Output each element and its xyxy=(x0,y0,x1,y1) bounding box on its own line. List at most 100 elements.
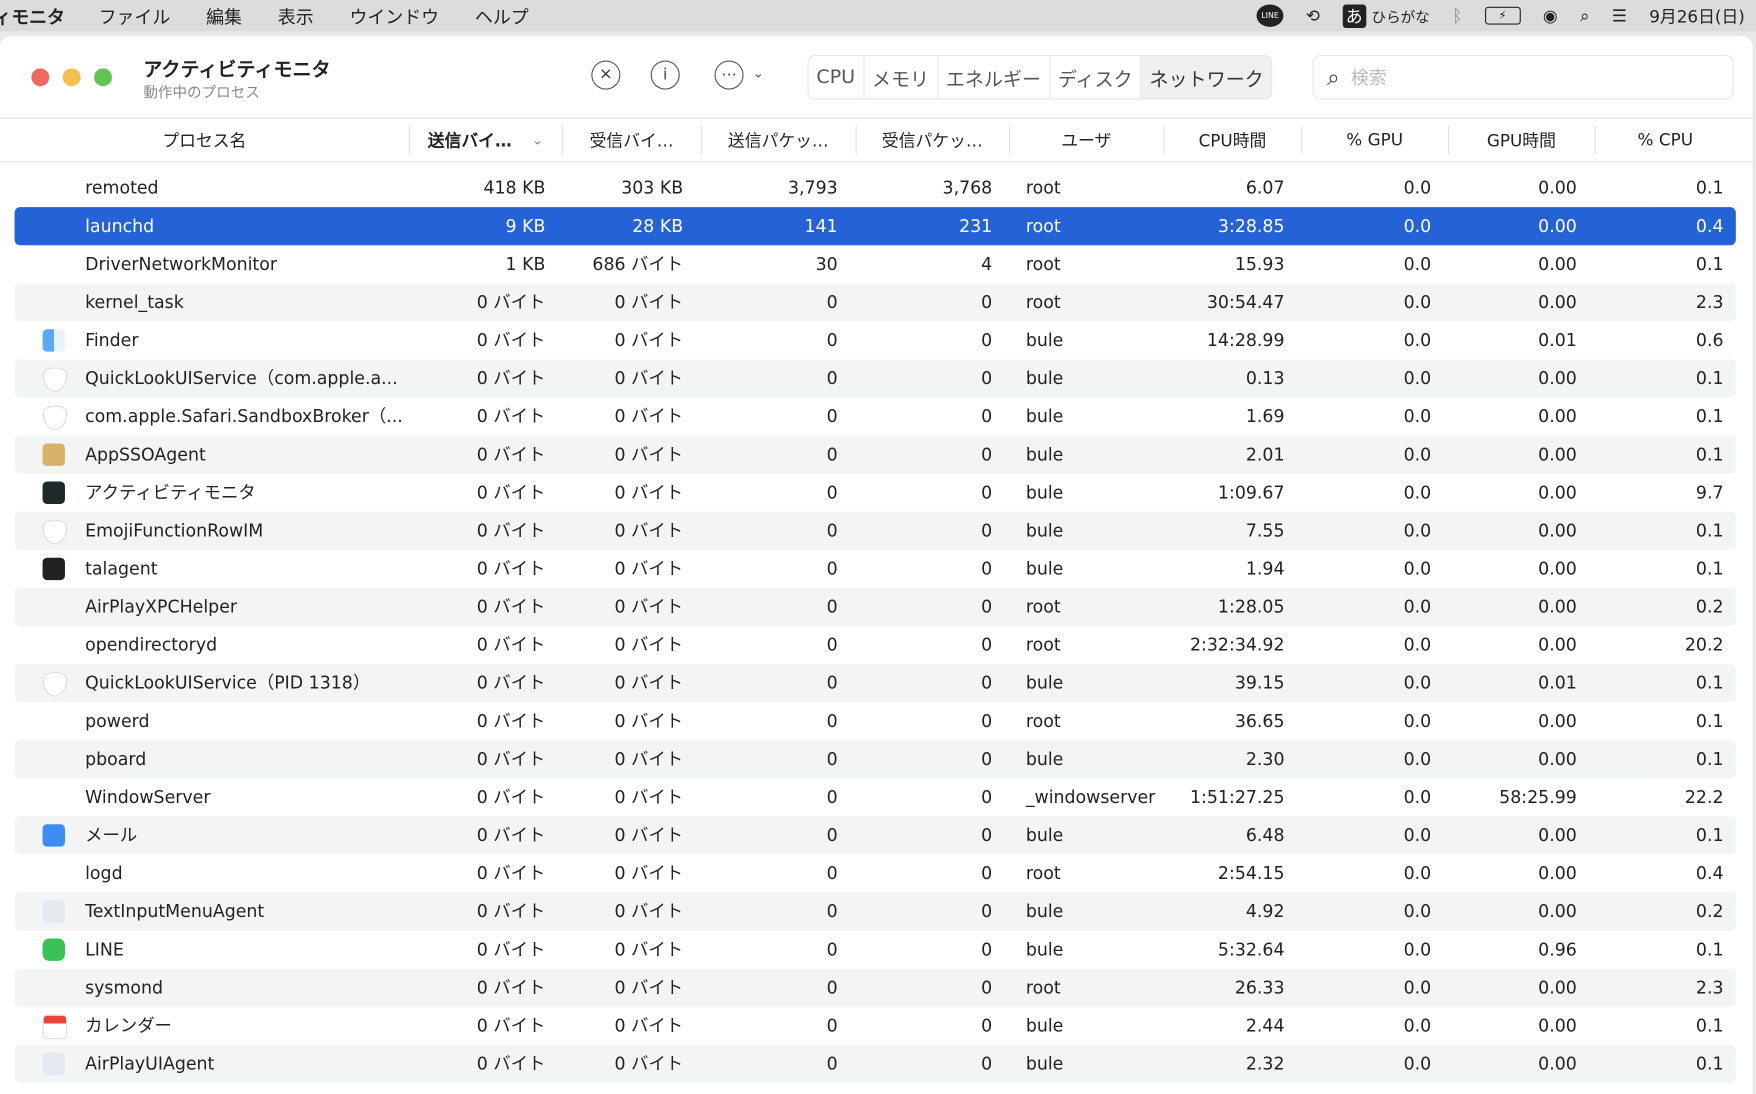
tab-cpu[interactable]: CPU xyxy=(809,55,865,99)
column-divider[interactable] xyxy=(562,125,564,155)
menu-help[interactable]: ヘルプ xyxy=(475,2,529,29)
column-header-sent-bytes[interactable]: 送信バイ… ⌄ xyxy=(409,119,562,162)
received-bytes-cell: 0 バイト xyxy=(614,368,684,389)
search-field[interactable]: ⌕ xyxy=(1312,54,1734,100)
column-divider[interactable] xyxy=(408,125,410,155)
column-header-sent-packets[interactable]: 送信パケッ… xyxy=(701,119,856,162)
received-bytes-cell: 0 バイト xyxy=(614,1015,684,1036)
column-header-cpu-percent[interactable]: % CPU xyxy=(1595,119,1736,162)
tab-energy[interactable]: エネルギー xyxy=(938,55,1050,99)
column-divider[interactable] xyxy=(1448,125,1450,155)
table-row[interactable]: Finder 0 バイト 0 バイト 0 0 bule 14:28.99 0.0 0.01 0.6 xyxy=(15,321,1736,359)
table-row[interactable]: remoted 418 KB 303 KB 3,793 3,768 root 6.07 0.0… xyxy=(15,169,1736,207)
received-packets-cell: 0 xyxy=(981,711,993,732)
column-divider[interactable] xyxy=(1301,125,1303,155)
bluetooth-icon[interactable]: ᛒ xyxy=(1452,6,1462,26)
table-row[interactable]: メール 0 バイト 0 バイト 0 0 bule 6.48 0.0 0.00 0.1 xyxy=(14,816,1736,855)
sent-bytes-cell: 0 バイト xyxy=(476,634,546,656)
more-actions-button[interactable]: ⋯ xyxy=(714,60,744,90)
table-row[interactable]: AirPlayXPCHelper 0 バイト 0 バイト 0 0 root 1:28.05 0… xyxy=(14,587,1736,627)
tab-memory[interactable]: メモリ xyxy=(864,55,939,99)
user-cell: bule xyxy=(1025,406,1064,427)
menu-file[interactable]: ファイル xyxy=(99,2,171,29)
table-row[interactable]: powerd 0 バイト 0 バイト 0 0 root 36.65 0.0 0.00 0.1 xyxy=(15,702,1736,740)
line-status-icon[interactable]: LINE xyxy=(1256,4,1284,27)
gpu-percent-cell: 0.0 xyxy=(1403,596,1432,618)
tab-disk[interactable]: ディスク xyxy=(1050,55,1142,99)
table-row[interactable]: pboard 0 バイト 0 バイト 0 0 bule 2.30 0.0 0.00 0.1 xyxy=(14,740,1736,779)
menu-edit[interactable]: 編集 xyxy=(206,2,242,29)
minimize-button[interactable] xyxy=(62,68,81,87)
table-row[interactable]: DriverNetworkMonitor 1 KB 686 バイト 30 4 root 15… xyxy=(15,245,1736,283)
stop-process-button[interactable]: ✕ xyxy=(591,60,621,90)
table-row[interactable]: opendirectoryd 0 バイト 0 バイト 0 0 root 2:32:34.92… xyxy=(15,626,1736,664)
table-row[interactable]: AirPlayUIAgent 0 バイト 0 バイト 0 0 bule 2.32 0.0 0.0… xyxy=(14,1044,1736,1083)
process-name: LINE xyxy=(85,939,124,960)
column-header-user[interactable]: ユーザ xyxy=(1009,119,1164,162)
sent-packets-cell: 0 xyxy=(826,901,838,922)
column-divider[interactable] xyxy=(701,125,703,155)
column-header-received-packets[interactable]: 受信パケッ… xyxy=(856,119,1009,162)
gpu-time-cell: 0.00 xyxy=(1538,825,1577,846)
clock[interactable]: 9月26日(日) xyxy=(1649,4,1745,28)
process-name: QuickLookUIService（com.apple.a... xyxy=(85,368,398,389)
table-row[interactable]: kernel_task 0 バイト 0 バイト 0 0 root 30:54.47 0.0 0.… xyxy=(14,283,1736,322)
column-divider[interactable] xyxy=(1009,125,1011,155)
table-row[interactable]: EmojiFunctionRowIM 0 バイト 0 バイト 0 0 bule 7.55 0.… xyxy=(14,511,1736,550)
table-row[interactable]: QuickLookUIService（com.apple.a... 0 バイト 0 … xyxy=(14,359,1736,398)
table-row[interactable]: sysmond 0 バイト 0 バイト 0 0 root 26.33 0.0 0.00 2.3 xyxy=(14,968,1736,1007)
spotlight-icon[interactable]: ⌕ xyxy=(1580,6,1589,26)
shield-app-icon xyxy=(42,405,68,431)
chevron-down-icon[interactable]: ⌄ xyxy=(753,65,764,81)
process-name: TextInputMenuAgent xyxy=(85,901,265,922)
column-header-received-bytes[interactable]: 受信バイ… xyxy=(562,119,701,162)
tab-network[interactable]: ネットワーク xyxy=(1141,55,1272,99)
column-divider[interactable] xyxy=(1594,125,1596,155)
received-bytes-cell: 0 バイト xyxy=(614,901,684,922)
info-button[interactable]: i xyxy=(650,60,680,90)
gpu-percent-cell: 0.0 xyxy=(1403,482,1432,503)
sent-packets-cell: 0 xyxy=(826,825,838,846)
search-input[interactable] xyxy=(1348,65,1690,90)
table-row[interactable]: WindowServer 0 バイト 0 バイト 0 0 _windowserver 1:5… xyxy=(15,778,1736,816)
user-cell: root xyxy=(1025,977,1061,998)
user-cell: root xyxy=(1025,254,1061,275)
input-mode-indicator[interactable]: あひらがな xyxy=(1342,3,1430,28)
table-row[interactable]: com.apple.Safari.SandboxBroker（... 0 バイト 0… xyxy=(15,398,1736,436)
table-row[interactable]: LINE 0 バイト 0 バイト 0 0 bule 5:32.64 0.0 0.96 0.1 xyxy=(15,931,1736,969)
battery-icon[interactable]: ⚡ xyxy=(1484,6,1521,25)
table-row[interactable]: launchd 9 KB 28 KB 141 231 root 3:28.85 0.0 0.00… xyxy=(14,207,1736,246)
received-bytes-cell: 0 バイト xyxy=(614,863,684,884)
control-center-icon[interactable]: ☰ xyxy=(1612,6,1627,26)
menu-app-name[interactable]: ィモニタ xyxy=(0,2,65,29)
column-header-process-name[interactable]: プロセス名 xyxy=(0,119,409,162)
gpu-time-cell: 0.00 xyxy=(1538,406,1577,427)
column-divider[interactable] xyxy=(855,125,857,155)
table-row[interactable]: アクティビティモニタ 0 バイト 0 バイト 0 0 bule 1:09.67 0.0 0.00… xyxy=(15,474,1736,512)
close-button[interactable] xyxy=(31,68,50,87)
column-divider[interactable] xyxy=(1163,125,1165,155)
gpu-percent-cell: 0.0 xyxy=(1403,558,1432,579)
user-icon[interactable]: ◉ xyxy=(1543,6,1558,26)
gpu-time-cell: 58:25.99 xyxy=(1499,787,1577,808)
menu-view[interactable]: 表示 xyxy=(278,2,314,29)
user-cell: bule xyxy=(1025,520,1064,541)
column-header-cpu-time[interactable]: CPU時間 xyxy=(1164,119,1302,162)
table-row[interactable]: AppSSOAgent 0 バイト 0 バイト 0 0 bule 2.01 0.0 0.00 0.… xyxy=(14,435,1736,474)
table-row[interactable]: logd 0 バイト 0 バイト 0 0 root 2:54.15 0.0 0.00 0.4 xyxy=(15,854,1736,892)
gpu-time-cell: 0.00 xyxy=(1538,558,1577,579)
time-machine-icon[interactable]: ⟲ xyxy=(1306,6,1320,26)
column-header-gpu-time[interactable]: GPU時間 xyxy=(1448,119,1595,162)
received-packets-cell: 3,768 xyxy=(942,178,993,199)
gpu-percent-cell: 0.0 xyxy=(1403,1053,1432,1074)
table-row[interactable]: QuickLookUIService（PID 1318） 0 バイト 0 バイト 0 0… xyxy=(14,664,1736,703)
cpu-percent-cell: 0.1 xyxy=(1695,1053,1724,1074)
column-header-gpu-percent[interactable]: % GPU xyxy=(1301,119,1448,162)
user-cell: bule xyxy=(1025,1015,1064,1036)
menu-window[interactable]: ウインドウ xyxy=(349,2,439,29)
table-row[interactable]: カレンダー 0 バイト 0 バイト 0 0 bule 2.44 0.0 0.00 0.1 xyxy=(15,1007,1736,1045)
table-row[interactable]: TextInputMenuAgent 0 バイト 0 バイト 0 0 bule 4.92 0.… xyxy=(14,892,1736,931)
table-row[interactable]: talagent 0 バイト 0 バイト 0 0 bule 1.94 0.0 0.00 0.1 xyxy=(15,550,1736,588)
received-bytes-cell: 0 バイト xyxy=(614,673,684,694)
zoom-button[interactable] xyxy=(94,68,112,87)
